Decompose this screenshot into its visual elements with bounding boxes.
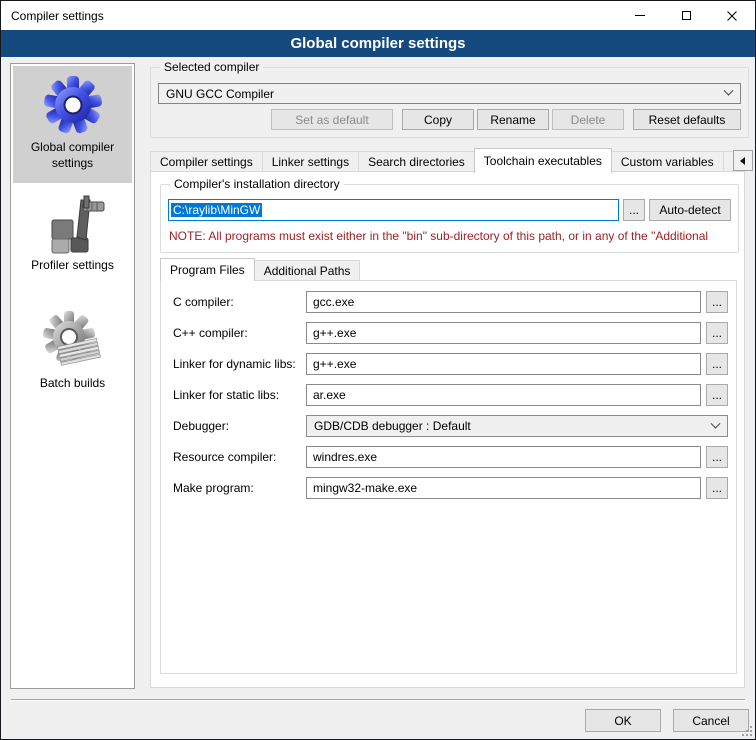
chevron-down-icon	[711, 418, 721, 428]
dynamic-linker-row: Linker for dynamic libs: g++.exe ...	[173, 353, 728, 375]
static-linker-row: Linker for static libs: ar.exe ...	[173, 384, 728, 406]
resource-compiler-row: Resource compiler: windres.exe ...	[173, 446, 728, 468]
selected-compiler-select[interactable]: GNU GCC Compiler	[158, 83, 741, 104]
c-compiler-browse-button[interactable]: ...	[706, 291, 728, 313]
subtab-program-files[interactable]: Program Files	[160, 258, 255, 281]
c-compiler-input[interactable]: gcc.exe	[306, 291, 701, 313]
resource-compiler-value: windres.exe	[313, 450, 377, 464]
resource-compiler-input[interactable]: windres.exe	[306, 446, 701, 468]
sidebar-item-label: Batch builds	[13, 376, 132, 392]
dynamic-linker-label: Linker for dynamic libs:	[173, 357, 306, 371]
footer-divider	[11, 699, 745, 701]
installation-directory-group-label: Compiler's installation directory	[170, 177, 344, 191]
delete-button[interactable]: Delete	[552, 109, 624, 130]
chevron-down-icon	[724, 86, 734, 96]
subtab-additional-paths[interactable]: Additional Paths	[254, 260, 361, 280]
c-compiler-label: C compiler:	[173, 295, 306, 309]
reset-defaults-button[interactable]: Reset defaults	[633, 109, 741, 130]
installation-directory-row: C:\raylib\MinGW ... Auto-detect	[168, 199, 731, 221]
dynamic-linker-browse-button[interactable]: ...	[706, 353, 728, 375]
selected-compiler-group-label: Selected compiler	[160, 60, 263, 74]
tab-scroll-controls	[733, 150, 756, 171]
cpp-compiler-row: C++ compiler: g++.exe ...	[173, 322, 728, 344]
make-program-label: Make program:	[173, 481, 306, 495]
close-button[interactable]	[709, 1, 755, 30]
static-linker-value: ar.exe	[313, 388, 346, 402]
rename-button[interactable]: Rename	[477, 109, 549, 130]
compiler-settings-window: Compiler settings Global compiler settin…	[0, 0, 756, 740]
settings-sidebar: Global compiler settings Profiler settin…	[10, 63, 135, 689]
dynamic-linker-input[interactable]: g++.exe	[306, 353, 701, 375]
tab-linker-settings[interactable]: Linker settings	[262, 151, 359, 172]
tab-scroll-left-button[interactable]	[733, 150, 753, 171]
set-as-default-button[interactable]: Set as default	[271, 109, 393, 130]
sidebar-item-label: Profiler settings	[13, 258, 132, 274]
debugger-label: Debugger:	[173, 419, 306, 433]
cpp-compiler-browse-button[interactable]: ...	[706, 322, 728, 344]
blue-gear-icon	[41, 72, 105, 136]
resource-compiler-label: Resource compiler:	[173, 450, 306, 464]
window-title: Compiler settings	[1, 9, 104, 23]
tab-search-directories[interactable]: Search directories	[358, 151, 475, 172]
tab-toolchain-executables[interactable]: Toolchain executables	[474, 148, 612, 173]
sidebar-item-batch-builds[interactable]: Batch builds	[13, 302, 132, 419]
bin-subdirectory-note: NOTE: All programs must exist either in …	[169, 229, 736, 243]
c-compiler-value: gcc.exe	[313, 295, 354, 309]
c-compiler-row: C compiler: gcc.exe ...	[173, 291, 728, 313]
compiler-actions: Set as default Copy Rename Delete Reset …	[271, 109, 741, 130]
debugger-value: GDB/CDB debugger : Default	[314, 419, 471, 433]
close-icon	[727, 11, 737, 21]
left-arrow-icon	[740, 157, 745, 165]
debugger-select[interactable]: GDB/CDB debugger : Default	[306, 415, 728, 437]
minimize-button[interactable]	[617, 1, 663, 30]
static-linker-input[interactable]: ar.exe	[306, 384, 701, 406]
resource-compiler-browse-button[interactable]: ...	[706, 446, 728, 468]
tab-custom-variables[interactable]: Custom variables	[611, 151, 724, 172]
title-bar: Compiler settings	[1, 1, 755, 30]
selected-compiler-group: Selected compiler GNU GCC Compiler Set a…	[150, 67, 749, 138]
sidebar-item-global-compiler-settings[interactable]: Global compiler settings	[13, 66, 132, 183]
window-controls	[617, 1, 755, 30]
make-program-value: mingw32-make.exe	[313, 481, 417, 495]
static-linker-browse-button[interactable]: ...	[706, 384, 728, 406]
auto-detect-button[interactable]: Auto-detect	[649, 199, 731, 221]
cancel-button[interactable]: Cancel	[673, 709, 749, 732]
page-title: Global compiler settings	[1, 30, 755, 57]
installation-directory-value: C:\raylib\MinGW	[171, 203, 262, 217]
tab-compiler-settings[interactable]: Compiler settings	[150, 151, 263, 172]
make-program-input[interactable]: mingw32-make.exe	[306, 477, 701, 499]
cpp-compiler-label: C++ compiler:	[173, 326, 306, 340]
ok-button[interactable]: OK	[585, 709, 661, 732]
resize-grip[interactable]	[742, 726, 752, 736]
dynamic-linker-value: g++.exe	[313, 357, 356, 371]
copy-button[interactable]: Copy	[402, 109, 474, 130]
selected-compiler-value: GNU GCC Compiler	[166, 87, 274, 101]
installation-directory-input[interactable]: C:\raylib\MinGW	[168, 199, 619, 221]
minimize-icon	[635, 15, 645, 16]
make-program-row: Make program: mingw32-make.exe ...	[173, 477, 728, 499]
cpp-compiler-value: g++.exe	[313, 326, 356, 340]
program-files-page: C compiler: gcc.exe ... C++ compiler: g+…	[160, 280, 737, 674]
cpp-compiler-input[interactable]: g++.exe	[306, 322, 701, 344]
maximize-button[interactable]	[663, 1, 709, 30]
static-linker-label: Linker for static libs:	[173, 388, 306, 402]
browse-directory-button[interactable]: ...	[623, 199, 645, 221]
installation-directory-group: Compiler's installation directory C:\ray…	[160, 184, 739, 253]
toolchain-executables-page: Compiler's installation directory C:\ray…	[150, 171, 745, 688]
gray-gear-stack-icon	[41, 308, 105, 372]
maximize-icon	[682, 11, 691, 20]
programs-subtabs: Program Files Additional Paths	[160, 258, 359, 280]
debugger-row: Debugger: GDB/CDB debugger : Default	[173, 415, 728, 437]
sidebar-item-label: Global compiler settings	[13, 140, 132, 171]
settings-tabbar: Compiler settings Linker settings Search…	[150, 149, 745, 172]
make-program-browse-button[interactable]: ...	[706, 477, 728, 499]
sidebar-item-profiler-settings[interactable]: Profiler settings	[13, 184, 132, 301]
caliper-icon	[41, 190, 105, 254]
